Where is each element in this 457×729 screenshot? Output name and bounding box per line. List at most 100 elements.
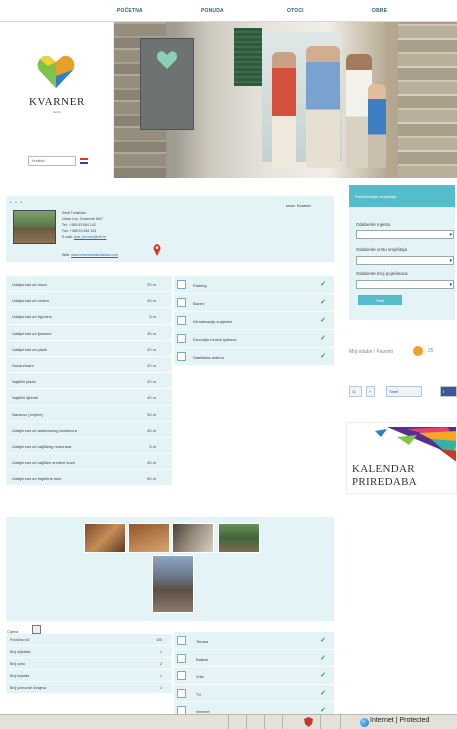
amenity-row: Balkon ✓ [174, 649, 334, 667]
amenity-checkbox[interactable] [177, 316, 186, 325]
plus-button[interactable]: + [366, 386, 375, 397]
distance-label: Udaljenost od centra [12, 298, 49, 304]
status-cell [320, 715, 340, 729]
search-panel-title: Pretraživanje smještaja [355, 194, 397, 199]
accommodation-photo[interactable] [13, 210, 56, 244]
feature-row: Površina m2 100 [6, 634, 172, 646]
amenity-label: Balkon [196, 656, 209, 662]
email-label: E-mail: [62, 235, 74, 239]
security-zone-label[interactable]: Internet | Protected [370, 717, 429, 724]
rating-dots: • • • [10, 200, 24, 206]
status-cell [282, 715, 300, 729]
amenity-checkbox[interactable] [177, 688, 186, 698]
gallery-thumb[interactable] [84, 523, 126, 553]
amenity-checkbox[interactable] [177, 298, 186, 307]
amenity-checkbox[interactable] [177, 671, 186, 680]
search-button[interactable]: Traži [358, 295, 402, 305]
amenity-label: Vrtić [196, 674, 204, 679]
website-link[interactable]: www.kvarnerskaturisticka.com [71, 253, 118, 257]
amenity-checkbox[interactable] [177, 280, 186, 289]
distance-row: Udaljenost od trgovine 5 m [6, 308, 172, 325]
amenity-label: Terasa [196, 639, 209, 644]
distance-value: 5 m [149, 443, 156, 449]
distance-label: Udaljenost od mora [12, 282, 47, 287]
browser-status-bar: Internet | Protected [0, 714, 457, 729]
feature-label: Broj objekata [10, 650, 31, 654]
person-woman [272, 52, 296, 168]
amenity-row: Satelitska antena ✓ [174, 348, 334, 366]
feature-value: 2 [160, 662, 162, 666]
share-counter[interactable]: 11 [349, 386, 362, 397]
gallery-thumb[interactable] [128, 523, 170, 553]
amenity-row: Klimatizacija susjedne ✓ [174, 312, 334, 330]
sign-heart-icon [157, 51, 177, 69]
banner-line-2: PRIREDABA [352, 476, 418, 488]
email-link[interactable]: kvar_turizam@net.hr [74, 235, 107, 239]
brand-subtitle: family [53, 110, 61, 114]
green-shutter [234, 28, 262, 86]
feature-label: Broj soba [10, 662, 25, 666]
place-select[interactable]: ▾ [356, 230, 454, 239]
amenity-row: Terasa ✓ [174, 632, 334, 650]
amenity-checkbox[interactable] [177, 352, 186, 361]
status-cell [340, 715, 357, 729]
amenity-row: Dozvoljeni kućni ljubimci ✓ [174, 330, 334, 348]
map-pin-icon[interactable] [153, 244, 161, 256]
amenity-label: Bazen [193, 301, 205, 306]
amenity-label: Dozvoljeni kućni ljubimci [193, 337, 237, 342]
distance-label: Udaljenost od plaže [12, 346, 48, 352]
info-line-phone: Tel.: +385 53 654 142 [62, 223, 96, 227]
info-line-name: Kristi Turistička [62, 211, 86, 215]
distance-label: Najbliži liječnik [12, 395, 39, 401]
distance-row: Udaljenost od autobusnog kolodvora 40 m [6, 421, 172, 438]
feature-row: Broj soba 2 [6, 658, 172, 670]
check-icon: ✓ [320, 317, 326, 324]
gallery-thumb[interactable] [218, 523, 260, 553]
favorites-badge-icon [413, 346, 423, 356]
amenity-checkbox[interactable] [177, 636, 186, 645]
distance-value: 20 m [147, 282, 156, 287]
amenity-checkbox[interactable] [177, 334, 186, 343]
security-icon[interactable] [304, 717, 313, 727]
amenity-checkbox[interactable] [177, 653, 186, 663]
feature-label: Površina m2 [10, 638, 30, 642]
amenity-row: TV ✓ [174, 684, 334, 702]
croatian-flag-icon[interactable] [80, 158, 88, 164]
nav-item-otoci[interactable]: OTOCI [287, 8, 304, 14]
amenity-label: Parking [193, 283, 207, 288]
place-select-label: Odaberite mjesto [356, 222, 391, 227]
status-cell [246, 715, 264, 729]
persons-select[interactable]: ▾ [356, 280, 454, 289]
info-line-email: E-mail: kvar_turizam@net.hr [62, 235, 106, 239]
type-select[interactable]: ▾ [356, 256, 454, 265]
facebook-icon[interactable]: f [440, 386, 457, 397]
distance-value: 40 m [147, 427, 156, 433]
nav-item-ponuda[interactable]: PONUDA [201, 8, 224, 14]
amenity-row: Bazen ✓ [174, 294, 334, 312]
check-icon: ✓ [320, 672, 326, 679]
brand-wordmark: KVARNER [29, 96, 85, 108]
language-select[interactable]: Hrvatski [28, 156, 76, 166]
room-amenities-table: Terasa ✓ Balkon ✓ Vrtić ✓ TV ✓ Internet ✓ [174, 632, 334, 720]
distance-value: 5 m [149, 314, 156, 320]
calendar-icon[interactable] [32, 625, 41, 634]
kvarner-heart-logo[interactable] [36, 52, 76, 90]
distance-value: 40 m [147, 395, 156, 401]
distance-row: Udaljenost od centra 30 m [6, 292, 172, 309]
info-line-address: Uvala Lun, Tovarnele 6A/7 [62, 217, 103, 221]
gallery-thumb[interactable] [172, 523, 214, 553]
tweet-button[interactable]: Tweet [386, 386, 422, 397]
favorites-link[interactable]: Moj odabir / Favoriti [349, 349, 393, 355]
gallery-thumb[interactable] [152, 555, 194, 613]
distance-value: 30 m [147, 298, 156, 304]
feature-row: Broj kupatila 1 [6, 670, 172, 682]
check-icon: ✓ [320, 654, 326, 662]
events-calendar-banner[interactable]: KALENDAR PRIREDABA [346, 422, 457, 494]
distance-value: 20 m [147, 379, 156, 385]
nav-item-pocetna[interactable]: POČETNA [117, 8, 143, 14]
check-icon: ✓ [320, 281, 326, 288]
distance-value: 20 m [147, 346, 156, 352]
chevron-down-icon: ▾ [449, 258, 452, 264]
nav-item-obre[interactable]: OBRE [372, 8, 387, 14]
distance-value: 40 m [147, 460, 156, 466]
